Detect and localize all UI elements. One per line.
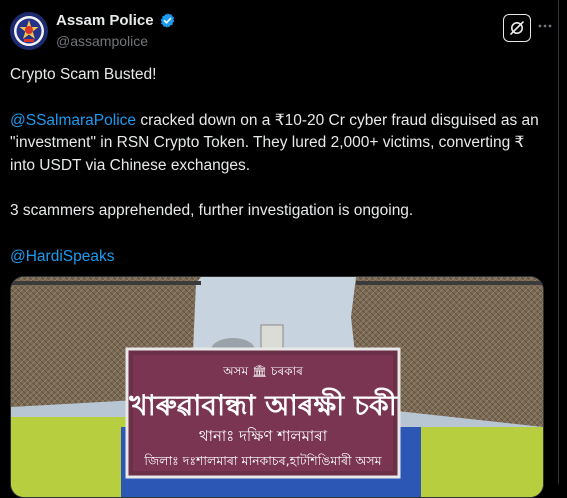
- grok-button[interactable]: [503, 14, 531, 42]
- tweet-paragraph-1: @SSalmaraPolice cracked down on a ₹10-20…: [10, 110, 550, 178]
- more-options-icon[interactable]: [537, 18, 553, 36]
- handle[interactable]: @assampolice: [56, 33, 148, 49]
- tweet-text: Crypto Scam Busted! @SSalmaraPolice crac…: [10, 64, 550, 268]
- verified-badge-icon: [160, 13, 174, 28]
- column-border: [558, 0, 559, 484]
- post-header: Assam Police @assampolice: [10, 12, 553, 52]
- mention-link[interactable]: @HardiSpeaks: [10, 248, 114, 265]
- grok-icon: [510, 21, 524, 35]
- sign-line-1: অসম 🏛 চৰকাৰ: [222, 364, 303, 378]
- attached-photo[interactable]: অসম 🏛 চৰকাৰ খাৰুৱাবান্ধা আৰক্ষী চকী থানা…: [10, 276, 544, 498]
- avatar[interactable]: [10, 12, 48, 50]
- tweet-paragraph-2: 3 scammers apprehended, further investig…: [10, 202, 414, 219]
- sign-line-3: থানাঃ দক্ষিণ শালমাৰা: [199, 427, 328, 445]
- mention-link[interactable]: @SSalmaraPolice: [10, 112, 136, 129]
- tweet-headline: Crypto Scam Busted!: [10, 66, 157, 83]
- sign-line-2: খাৰুৱাবান্ধা আৰক্ষী চকী: [128, 387, 397, 422]
- assam-police-emblem-icon: [10, 12, 48, 50]
- display-name[interactable]: Assam Police: [56, 12, 154, 29]
- sign-line-4: জিলাঃ দঃশালমাৰা মানকাচৰ,হাটশিঙিমাৰী অসম: [143, 453, 382, 468]
